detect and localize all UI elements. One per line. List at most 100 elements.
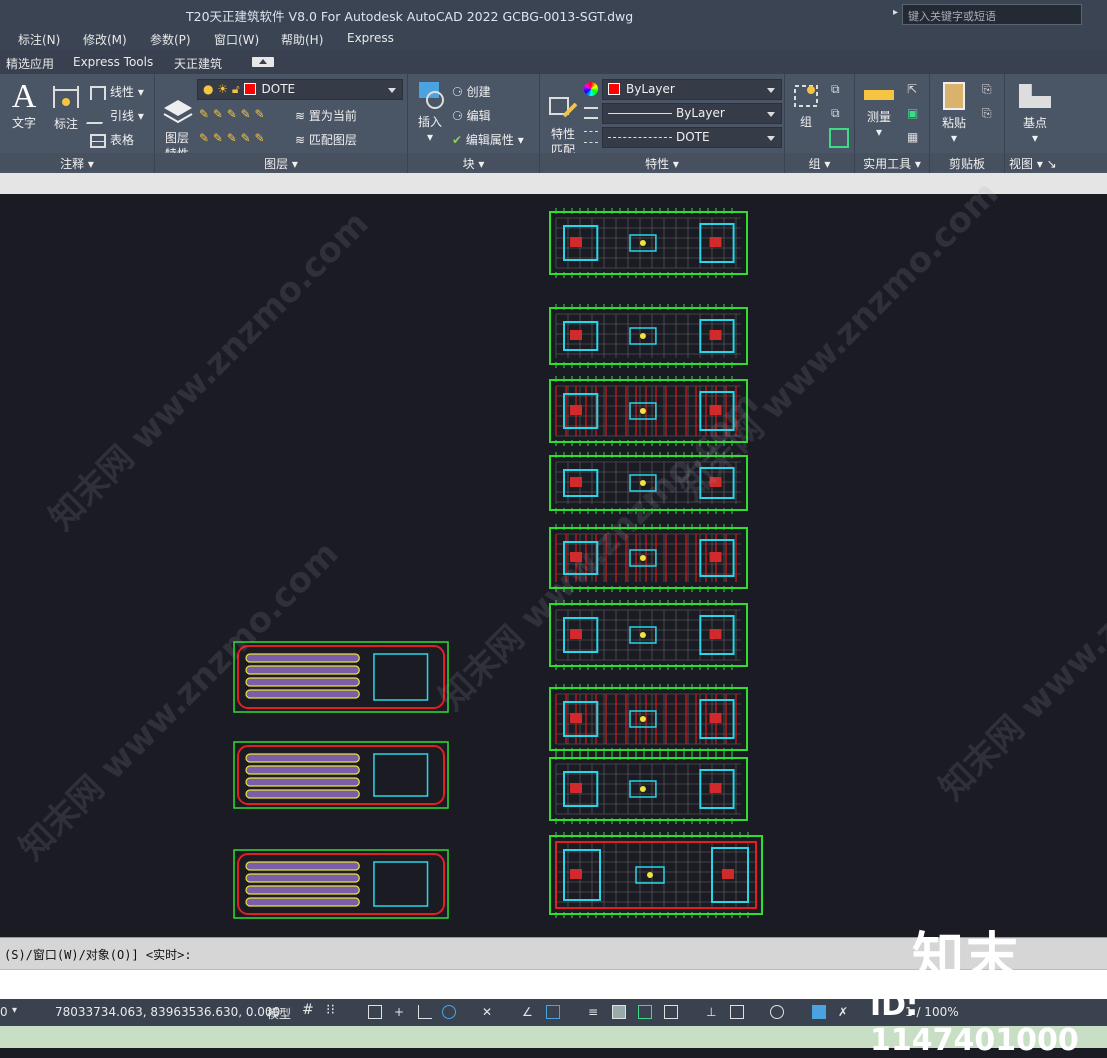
insert-button[interactable]: 插入 ▾ bbox=[412, 78, 448, 144]
snap-icon[interactable]: ⁝⁝ bbox=[326, 1002, 340, 1018]
object-snap-icon[interactable] bbox=[546, 1005, 560, 1019]
base-point-button[interactable]: 基点 ▾ bbox=[1013, 84, 1057, 145]
panel-groups-label[interactable]: 组 ▾ bbox=[785, 153, 854, 171]
chevron-down-icon[interactable]: ▾ bbox=[12, 1005, 17, 1016]
group-select-icon[interactable] bbox=[829, 128, 849, 148]
menu-express[interactable]: Express bbox=[347, 31, 394, 45]
group-button[interactable]: 组 bbox=[789, 82, 823, 130]
lineweight-icon bbox=[584, 131, 598, 143]
ortho-icon[interactable] bbox=[418, 1005, 432, 1019]
panel-block-label[interactable]: 块 ▾ bbox=[408, 153, 539, 171]
navigation-icon[interactable] bbox=[770, 1005, 784, 1019]
select-all-icon[interactable]: ▣ bbox=[907, 106, 918, 120]
ruler-icon bbox=[864, 90, 894, 100]
color-swatch bbox=[608, 83, 620, 95]
selection-cycling-icon[interactable] bbox=[638, 1005, 652, 1019]
ungroup-icon[interactable]: ⧉ bbox=[831, 82, 840, 97]
ribbon-minimize-icon[interactable] bbox=[252, 57, 274, 67]
linear-dim-icon bbox=[90, 85, 106, 100]
text-tool-label: 文字 bbox=[11, 116, 36, 130]
view-panel-title: 视图 bbox=[1009, 157, 1034, 171]
create-block-button[interactable]: ⚆ 创建 bbox=[452, 83, 491, 100]
grid-icon[interactable]: # bbox=[302, 1002, 316, 1018]
leader-icon bbox=[85, 109, 111, 124]
tab-express-tools[interactable]: Express Tools bbox=[73, 55, 153, 69]
cut-icon[interactable]: ⎘ bbox=[982, 82, 992, 97]
copy-icon[interactable]: ⎘ bbox=[982, 106, 992, 121]
match-layer-button[interactable]: ≋ 匹配图层 bbox=[295, 131, 357, 148]
edit-block-button[interactable]: ⚆ 编辑 bbox=[452, 107, 491, 124]
table-button[interactable]: 表格 bbox=[90, 131, 134, 148]
tab-tangent-architecture[interactable]: 天正建筑 bbox=[174, 55, 222, 72]
linear-dim-label: 线性 bbox=[110, 85, 135, 99]
panel-layers-label[interactable]: 图层 ▾ bbox=[155, 153, 407, 171]
block-panel-title: 块 bbox=[462, 157, 475, 171]
menu-dimension[interactable]: 标注(N) bbox=[18, 31, 60, 48]
parking-core bbox=[373, 861, 429, 907]
tab-featured-apps[interactable]: 精选应用 bbox=[6, 55, 54, 72]
ucs-icon[interactable]: ⊥ bbox=[706, 1005, 720, 1019]
leader-button[interactable]: 引线 ▾ bbox=[85, 107, 144, 124]
measure-label: 测量 bbox=[866, 110, 891, 124]
layer-tools-row2[interactable]: ✎ ✎ ✎ ✎ ✎ bbox=[199, 131, 265, 145]
annotation-panel-title: 注释 bbox=[60, 157, 85, 171]
text-tool[interactable]: A 文字 bbox=[8, 80, 40, 131]
linetype-icon bbox=[584, 107, 598, 119]
table-label: 表格 bbox=[110, 133, 135, 147]
panel-annotation-label[interactable]: 注释 ▾ bbox=[0, 153, 154, 171]
paste-button[interactable]: 粘贴 ▾ bbox=[936, 80, 972, 145]
ribbon-tab-bar: 精选应用 Express Tools 天正建筑 bbox=[0, 50, 1107, 74]
menu-modify[interactable]: 修改(M) bbox=[83, 31, 127, 48]
color-wheel-icon bbox=[584, 82, 598, 96]
edit-attributes-button[interactable]: ✔ 编辑属性 ▾ bbox=[452, 131, 524, 148]
drawing-canvas[interactable]: 知末网 www.znzmo.com 知末网 www.znzmo.com 知末网 … bbox=[0, 174, 1107, 937]
polar-tracking-icon[interactable] bbox=[442, 1005, 456, 1019]
menu-help[interactable]: 帮助(H) bbox=[281, 31, 323, 48]
group-edit-icon[interactable]: ⧉ bbox=[831, 106, 840, 121]
clipboard-icon bbox=[943, 82, 965, 110]
match-properties-icon bbox=[549, 97, 578, 118]
menu-window[interactable]: 窗口(W) bbox=[214, 31, 259, 48]
auto-scale-icon[interactable]: ✗ bbox=[838, 1005, 852, 1019]
panel-utilities-label[interactable]: 实用工具 ▾ bbox=[855, 153, 929, 171]
measure-button[interactable]: 测量 ▾ bbox=[859, 84, 899, 139]
transparency-icon[interactable] bbox=[612, 1005, 626, 1019]
set-current-button[interactable]: ≋ 置为当前 bbox=[295, 107, 357, 124]
linetype-preview bbox=[608, 113, 672, 114]
parking-dims bbox=[233, 641, 449, 713]
annotation-visibility-icon[interactable] bbox=[812, 1005, 826, 1019]
3d-osnap-icon[interactable] bbox=[664, 1005, 678, 1019]
search-input[interactable]: 键入关键字或短语 bbox=[902, 4, 1082, 25]
base-point-label: 基点 bbox=[1022, 116, 1047, 130]
isodraft-icon[interactable]: ✕ bbox=[482, 1005, 496, 1019]
layer-dropdown[interactable]: ● ☀ 🔓︎ DOTE bbox=[197, 79, 403, 100]
layer-tools-row1[interactable]: ✎ ✎ ✎ ✎ ✎ bbox=[199, 107, 265, 121]
command-prompt: (S)/窗口(W)/对象(O)] <实时>: bbox=[4, 948, 192, 962]
model-space-button[interactable]: 模型 bbox=[267, 1005, 291, 1022]
insert-block-icon bbox=[419, 82, 444, 109]
title-bar: T20天正建筑软件 V8.0 For Autodesk AutoCAD 2022… bbox=[0, 0, 1107, 28]
search-expand-icon[interactable]: ▸ bbox=[893, 7, 898, 18]
table-icon bbox=[90, 133, 106, 148]
dimension-tool[interactable]: 标注 bbox=[50, 80, 82, 132]
gizmo-icon[interactable] bbox=[730, 1005, 744, 1019]
linetype-dropdown[interactable]: ByLayer bbox=[602, 103, 782, 124]
panel-properties-label[interactable]: 特性 ▾ bbox=[540, 153, 784, 171]
panel-clipboard: 粘贴 ▾ ⎘ ⎘ 剪贴板 bbox=[930, 74, 1005, 173]
infer-constraints-icon[interactable] bbox=[368, 1005, 382, 1019]
file-tab-strip bbox=[0, 173, 1107, 194]
layer-set-current-icon: ≋ bbox=[295, 109, 309, 123]
menu-parameters[interactable]: 参数(P) bbox=[150, 31, 191, 48]
linear-dim-button[interactable]: 线性 ▾ bbox=[90, 83, 144, 100]
calculator-icon[interactable]: ▦ bbox=[907, 130, 918, 144]
lineweight-dropdown[interactable]: DOTE bbox=[602, 127, 782, 148]
object-snap-tracking-icon[interactable]: ∠ bbox=[522, 1005, 536, 1019]
quick-select-icon[interactable]: ⇱ bbox=[907, 82, 917, 96]
groups-panel-title: 组 bbox=[808, 157, 821, 171]
panel-view-label[interactable]: 视图 ▾ ↘ bbox=[1005, 153, 1107, 171]
parking-row bbox=[245, 765, 360, 775]
lineweight-toggle-icon[interactable]: ≡ bbox=[588, 1005, 602, 1019]
dynamic-input-icon[interactable]: + bbox=[394, 1005, 408, 1019]
color-dropdown[interactable]: ByLayer bbox=[602, 79, 782, 100]
chevron-down-icon: ▾ bbox=[950, 131, 958, 145]
